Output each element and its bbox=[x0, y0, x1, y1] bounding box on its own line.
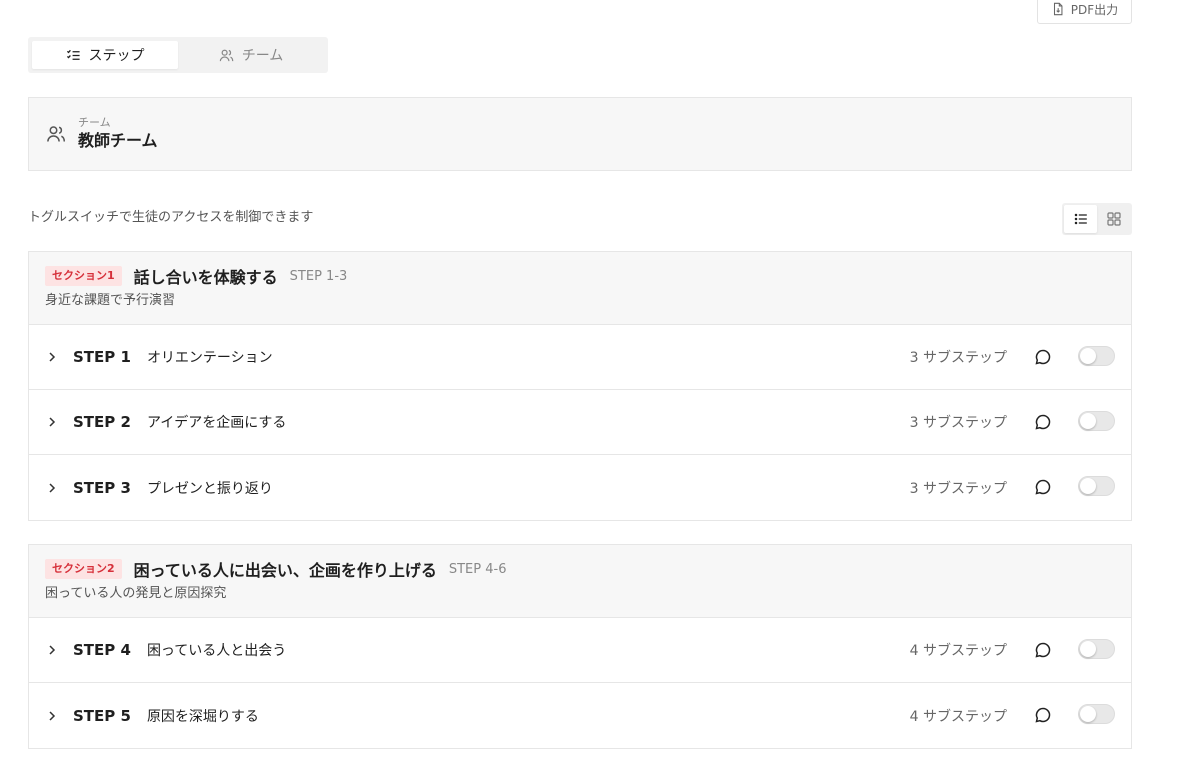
section-header: セクション2 困っている人に出会い、企画を作り上げる STEP 4-6 困ってい… bbox=[29, 545, 1131, 618]
section-subtitle: 困っている人の発見と原因探究 bbox=[45, 586, 227, 601]
access-toggle[interactable] bbox=[1078, 346, 1115, 366]
access-toggle[interactable] bbox=[1078, 639, 1115, 659]
chevron-right-icon[interactable] bbox=[45, 350, 59, 364]
comment-icon[interactable] bbox=[1034, 413, 1052, 431]
chevron-right-icon[interactable] bbox=[45, 643, 59, 657]
comment-icon[interactable] bbox=[1034, 706, 1052, 724]
grid-view-icon bbox=[1106, 212, 1121, 226]
users-icon bbox=[219, 49, 233, 61]
list-view-button[interactable] bbox=[1064, 205, 1097, 233]
step-row[interactable]: STEP 3 プレゼンと振り返り 3 サブステップ bbox=[29, 455, 1131, 520]
step-name: オリエンテーション bbox=[146, 350, 273, 366]
step-name: 困っている人と出会う bbox=[146, 643, 287, 659]
view-tabs: ステップ チーム bbox=[28, 37, 328, 73]
section-1: セクション1 話し合いを体験する STEP 1-3 身近な課題で予行演習 STE… bbox=[28, 251, 1132, 521]
page: PDF出力 ステップ チーム チーム 教師チーム トグルスイッチで生徒のアクセス… bbox=[0, 0, 1180, 774]
list-check-icon bbox=[66, 49, 80, 60]
tab-team-label: チーム bbox=[241, 48, 284, 64]
substep-count: 3 サブステップ bbox=[909, 350, 1007, 366]
access-toggle[interactable] bbox=[1078, 476, 1115, 496]
section-badge: セクション1 bbox=[45, 266, 122, 286]
tab-steps[interactable]: ステップ bbox=[32, 41, 178, 69]
section-2: セクション2 困っている人に出会い、企画を作り上げる STEP 4-6 困ってい… bbox=[28, 544, 1132, 749]
toggle-knob bbox=[1080, 348, 1096, 364]
pdf-export-label: PDF出力 bbox=[1070, 2, 1119, 17]
substep-count: 4 サブステップ bbox=[909, 643, 1007, 659]
substep-count: 4 サブステップ bbox=[909, 708, 1007, 725]
pdf-export-button[interactable]: PDF出力 bbox=[1037, 0, 1132, 24]
comment-icon[interactable] bbox=[1034, 478, 1052, 496]
step-number: STEP 3 bbox=[73, 478, 131, 497]
toggle-knob bbox=[1080, 641, 1096, 657]
step-number: STEP 2 bbox=[73, 413, 131, 431]
grid-view-button[interactable] bbox=[1097, 205, 1130, 233]
step-row[interactable]: STEP 1 オリエンテーション 3 サブステップ bbox=[29, 325, 1131, 390]
step-name: アイデアを企画にする bbox=[146, 415, 287, 431]
chevron-right-icon[interactable] bbox=[45, 709, 59, 723]
step-name: 原因を深堀りする bbox=[146, 708, 259, 725]
team-name: 教師チーム bbox=[78, 131, 158, 150]
section-range: STEP 4-6 bbox=[448, 561, 507, 577]
substep-count: 3 サブステップ bbox=[909, 480, 1007, 497]
comment-icon[interactable] bbox=[1034, 641, 1052, 659]
team-label: チーム bbox=[78, 116, 111, 129]
section-badge: セクション2 bbox=[45, 559, 122, 579]
access-toggle[interactable] bbox=[1078, 704, 1115, 724]
step-name: プレゼンと振り返り bbox=[146, 480, 273, 497]
chevron-right-icon[interactable] bbox=[45, 481, 59, 495]
step-number: STEP 5 bbox=[73, 706, 131, 725]
step-row[interactable]: STEP 2 アイデアを企画にする 3 サブステップ bbox=[29, 390, 1131, 455]
chevron-right-icon[interactable] bbox=[45, 415, 59, 429]
toggle-knob bbox=[1080, 413, 1096, 429]
section-title: 話し合いを体験する bbox=[133, 268, 278, 287]
section-title: 困っている人に出会い、企画を作り上げる bbox=[133, 561, 437, 580]
access-toggle[interactable] bbox=[1078, 411, 1115, 431]
step-number: STEP 1 bbox=[73, 348, 131, 366]
section-header: セクション1 話し合いを体験する STEP 1-3 身近な課題で予行演習 bbox=[29, 252, 1131, 325]
team-card: チーム 教師チーム bbox=[28, 97, 1132, 171]
list-view-icon bbox=[1074, 213, 1087, 225]
step-row[interactable]: STEP 4 困っている人と出会う 4 サブステップ bbox=[29, 618, 1131, 683]
view-mode-toggle bbox=[1062, 203, 1132, 235]
access-hint: トグルスイッチで生徒のアクセスを制御できます bbox=[28, 210, 314, 225]
comment-icon[interactable] bbox=[1034, 348, 1052, 366]
tab-steps-label: ステップ bbox=[88, 48, 145, 64]
file-download-icon bbox=[1053, 2, 1063, 16]
tab-team[interactable]: チーム bbox=[178, 41, 324, 69]
step-number: STEP 4 bbox=[73, 641, 131, 659]
section-range: STEP 1-3 bbox=[289, 268, 348, 284]
section-subtitle: 身近な課題で予行演習 bbox=[45, 293, 176, 308]
toggle-knob bbox=[1080, 478, 1096, 494]
toggle-knob bbox=[1080, 706, 1096, 722]
step-row[interactable]: STEP 5 原因を深堀りする 4 サブステップ bbox=[29, 683, 1131, 748]
users-icon bbox=[47, 126, 65, 142]
substep-count: 3 サブステップ bbox=[909, 415, 1007, 431]
